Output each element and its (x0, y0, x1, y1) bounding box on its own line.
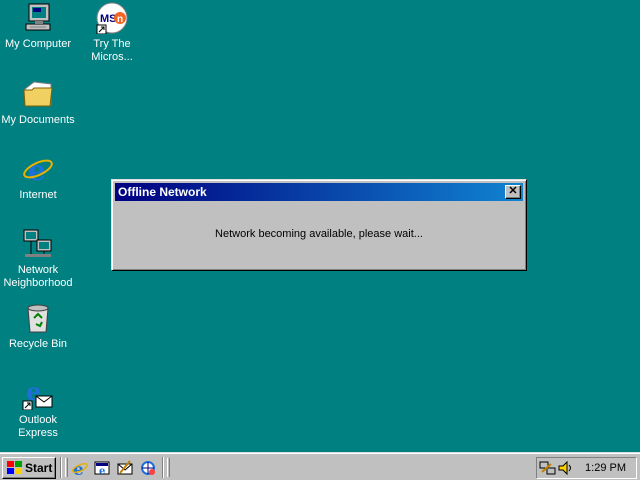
ie-icon[interactable]: e (71, 459, 89, 477)
taskbar-grip[interactable] (167, 458, 170, 477)
my-computer-icon (25, 3, 51, 31)
desktop-icon-label: Recycle Bin (8, 338, 68, 350)
desktop-icon-label: My Documents (1, 114, 75, 126)
internet-explorer-icon: e (23, 154, 53, 185)
svg-text:n: n (117, 14, 123, 25)
volume-icon[interactable] (557, 460, 575, 476)
dialog-message: Network becoming available, please wait.… (215, 228, 423, 240)
msn-icon: MS n (96, 2, 128, 34)
desktop-icon-internet[interactable]: e Internet (0, 153, 76, 202)
windows-logo-icon (7, 461, 22, 474)
outlook-express-icon: e (22, 378, 53, 410)
svg-text:e: e (28, 154, 46, 185)
start-label: Start (25, 461, 53, 475)
clock[interactable]: 1:29 PM (585, 462, 626, 474)
desktop-icon-label: Internet (19, 189, 57, 201)
system-tray: 1:29 PM (536, 457, 637, 479)
outlook-express-icon[interactable] (116, 459, 134, 477)
start-button[interactable]: Start (2, 457, 56, 479)
desktop-icon-network-neighborhood[interactable]: Network Neighborhood (0, 228, 76, 290)
network-icon (23, 229, 52, 257)
quick-launch-grip[interactable] (65, 458, 68, 477)
taskbar-separator (60, 457, 62, 478)
show-desktop-icon[interactable]: e (94, 459, 112, 477)
svg-text:e: e (99, 466, 105, 477)
taskbar-separator (162, 457, 164, 478)
folder-icon (23, 81, 53, 107)
desktop-icon-label: Try The Micros... (91, 38, 133, 63)
desktop-icon-outlook-express[interactable]: e Outlook Express (0, 378, 76, 440)
channels-icon[interactable] (139, 459, 157, 477)
desktop-icon-label: Network Neighborhood (3, 264, 73, 289)
desktop-icon-label: My Computer (4, 38, 72, 50)
taskbar: Start e e 1:29 PM (0, 452, 640, 480)
dialog-titlebar[interactable]: Offline Network ✕ (115, 183, 523, 201)
desktop-icon-my-computer[interactable]: My Computer (0, 2, 76, 51)
desktop-icon-recycle-bin[interactable]: Recycle Bin (0, 302, 76, 351)
desktop-icon-label: Outlook Express (18, 414, 58, 439)
close-icon: ✕ (508, 185, 518, 197)
desktop-icon-my-documents[interactable]: My Documents (0, 78, 76, 127)
offline-network-dialog: Offline Network ✕ Network becoming avail… (111, 179, 527, 271)
recycle-bin-icon (27, 304, 49, 333)
close-button[interactable]: ✕ (505, 185, 521, 199)
dialog-title: Offline Network (118, 185, 207, 199)
svg-text:MS: MS (100, 13, 117, 25)
desktop-icon-try-msn[interactable]: MS n Try The Micros... (74, 2, 150, 64)
network-tray-icon[interactable] (539, 460, 557, 476)
